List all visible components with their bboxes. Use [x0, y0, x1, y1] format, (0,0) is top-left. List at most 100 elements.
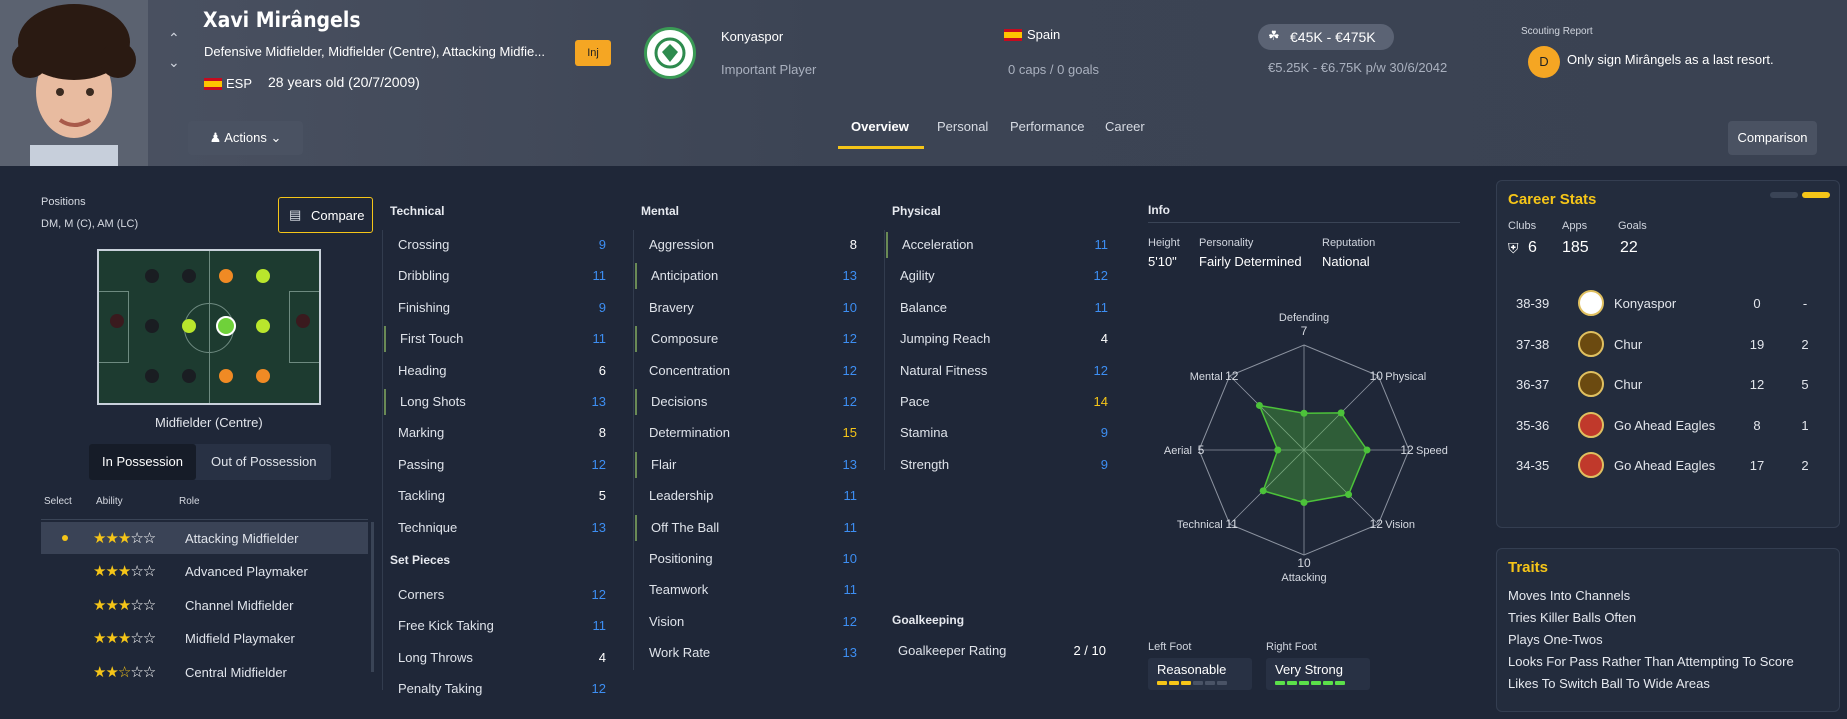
- role-row[interactable]: ★★★☆☆ Channel Midfielder: [41, 589, 368, 621]
- attribute-row[interactable]: Leadership 11: [635, 483, 863, 509]
- attribute-value: 11: [843, 519, 858, 535]
- tab-overview[interactable]: Overview: [851, 119, 909, 134]
- tab-career[interactable]: Career: [1105, 119, 1145, 134]
- role-row[interactable]: ★★☆☆☆ Central Midfielder: [41, 656, 368, 688]
- comparison-button[interactable]: Comparison: [1728, 121, 1817, 155]
- role-row[interactable]: ★★★☆☆ Midfield Playmaker: [41, 622, 368, 654]
- attribute-row[interactable]: Marking 8: [384, 420, 612, 446]
- attribute-row[interactable]: Natural Fitness 12: [886, 358, 1114, 384]
- panel-pager[interactable]: [1770, 192, 1830, 199]
- attribute-value: 15: [842, 425, 857, 441]
- player-value: €45K - €475K: [1290, 29, 1376, 45]
- attribute-row[interactable]: Composure 12: [635, 326, 863, 353]
- pager-dot-active[interactable]: [1802, 192, 1830, 198]
- position-dot[interactable]: [145, 319, 159, 333]
- attribute-row[interactable]: Bravery 10: [635, 295, 863, 321]
- role-row[interactable]: ★★★☆☆ Attacking Midfielder: [41, 522, 368, 554]
- attribute-row[interactable]: Off The Ball 11: [635, 514, 863, 541]
- career-row[interactable]: 37-38 Chur 19 2: [1516, 325, 1816, 365]
- position-dot[interactable]: [145, 369, 159, 383]
- attribute-row[interactable]: Heading 6: [384, 358, 612, 384]
- attribute-name: Agility: [900, 268, 935, 284]
- attribute-value: 4: [598, 649, 606, 665]
- attribute-row[interactable]: First Touch 11: [384, 326, 612, 353]
- right-foot-box: Very Strong: [1266, 658, 1370, 690]
- position-dot[interactable]: [182, 369, 196, 383]
- attribute-row[interactable]: Positioning 10: [635, 546, 863, 572]
- position-dot[interactable]: [145, 269, 159, 283]
- attribute-row[interactable]: Determination 15: [635, 420, 863, 446]
- position-dot[interactable]: [256, 269, 270, 283]
- attribute-row[interactable]: Stamina 9: [886, 420, 1114, 446]
- attribute-row[interactable]: Dribbling 11: [384, 263, 612, 289]
- pager-dot[interactable]: [1770, 192, 1798, 198]
- roles-scrollbar[interactable]: [371, 522, 374, 672]
- attribute-row[interactable]: Corners 12: [384, 582, 612, 608]
- club-name[interactable]: Konyaspor: [721, 29, 783, 44]
- attribute-row[interactable]: Teamwork 11: [635, 577, 863, 603]
- injury-badge[interactable]: Inj: [575, 40, 611, 66]
- attribute-row[interactable]: Vision 12: [635, 609, 863, 635]
- career-row[interactable]: 34-35 Go Ahead Eagles 17 2: [1516, 446, 1816, 486]
- position-dot[interactable]: [182, 319, 196, 333]
- position-dot[interactable]: [219, 269, 233, 283]
- pitch[interactable]: [97, 249, 321, 405]
- attribute-row[interactable]: Technique 13: [384, 515, 612, 541]
- selected-position-dot[interactable]: [216, 316, 236, 336]
- possession-toggle[interactable]: In Possession Out of Possession: [89, 444, 331, 480]
- position-dot[interactable]: [182, 269, 196, 283]
- in-possession-tab[interactable]: In Possession: [89, 444, 196, 480]
- attribute-row[interactable]: Passing 12: [384, 452, 612, 478]
- attribute-row[interactable]: Pace 14: [886, 389, 1114, 415]
- tab-performance[interactable]: Performance: [1010, 119, 1084, 134]
- attribute-row[interactable]: Aggression 8: [635, 232, 863, 258]
- attribute-row[interactable]: Finishing 9: [384, 295, 612, 321]
- attribute-value: 4: [1100, 331, 1108, 347]
- attribute-row[interactable]: Concentration 12: [635, 358, 863, 384]
- goalkeeper-rating-label: Goalkeeper Rating: [898, 643, 1007, 658]
- attribute-row[interactable]: Long Shots 13: [384, 389, 612, 415]
- scouting-title: Scouting Report: [1521, 26, 1593, 37]
- scroll-down-icon[interactable]: ⌄: [168, 54, 180, 71]
- position-dot[interactable]: [296, 314, 310, 328]
- attribute-name: Balance: [900, 299, 947, 315]
- actions-button[interactable]: ♟ Actions ⌄: [188, 121, 303, 155]
- attribute-row[interactable]: Free Kick Taking 11: [384, 613, 612, 639]
- attribute-row[interactable]: Decisions 12: [635, 389, 863, 415]
- career-row[interactable]: 35-36 Go Ahead Eagles 8 1: [1516, 406, 1816, 446]
- role-row[interactable]: ★★★☆☆ Advanced Playmaker: [41, 555, 368, 587]
- position-dot[interactable]: [110, 314, 124, 328]
- attribute-row[interactable]: Strength 9: [886, 452, 1114, 478]
- attribute-row[interactable]: Work Rate 13: [635, 640, 863, 666]
- position-dot[interactable]: [219, 369, 233, 383]
- attribute-row[interactable]: Agility 12: [886, 263, 1114, 289]
- scroll-up-icon[interactable]: ⌃: [168, 30, 180, 47]
- out-of-possession-tab[interactable]: Out of Possession: [211, 454, 317, 469]
- position-dot[interactable]: [256, 319, 270, 333]
- attribute-row[interactable]: Balance 11: [886, 295, 1114, 321]
- career-row[interactable]: 36-37 Chur 12 5: [1516, 365, 1816, 405]
- attribute-name: Jumping Reach: [900, 331, 991, 347]
- attribute-row[interactable]: Jumping Reach 4: [886, 326, 1114, 352]
- goalkeeper-rating-row[interactable]: Goalkeeper Rating 2 / 10: [884, 638, 1112, 664]
- role-stars: ★★★☆☆: [93, 597, 156, 614]
- trait-item: Looks For Pass Rather Than Attempting To…: [1508, 654, 1794, 669]
- attribute-row[interactable]: Flair 13: [635, 451, 863, 478]
- physical-divider: [884, 230, 885, 470]
- attribute-row[interactable]: Penalty Taking 12: [384, 676, 612, 702]
- career-row[interactable]: 38-39 Konyaspor 0 -: [1516, 284, 1816, 324]
- tab-personal[interactable]: Personal: [937, 119, 988, 134]
- radar-point: [1259, 487, 1267, 495]
- attribute-row[interactable]: Acceleration 11: [886, 232, 1114, 258]
- attribute-row[interactable]: Crossing 9: [384, 232, 612, 258]
- compare-button[interactable]: ▤ Compare: [278, 197, 373, 233]
- attribute-row[interactable]: Anticipation 13: [635, 263, 863, 290]
- radar-point: [1345, 491, 1353, 499]
- roles-divider: [41, 519, 368, 520]
- attribute-row[interactable]: Long Throws 4: [384, 645, 612, 671]
- attribute-value: 12: [842, 394, 857, 409]
- attribute-row[interactable]: Tackling 5: [384, 483, 612, 509]
- position-dot[interactable]: [256, 369, 270, 383]
- club-crest-icon: [1578, 290, 1604, 316]
- nation-name[interactable]: Spain: [1027, 27, 1060, 42]
